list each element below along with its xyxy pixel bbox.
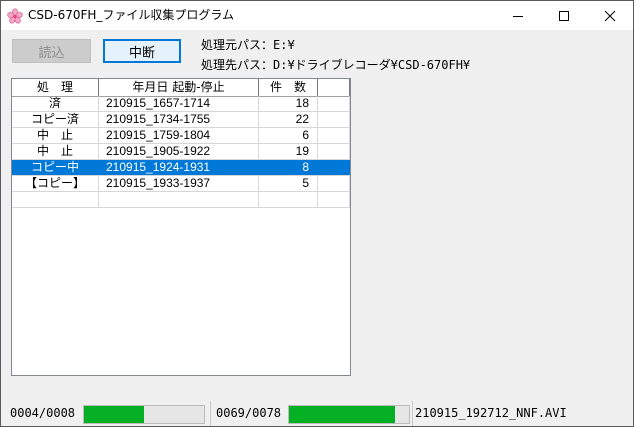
title-bar[interactable]: CSD-670FH_ファイル収集プログラム (1, 1, 633, 30)
maximize-icon (559, 11, 569, 21)
close-button[interactable] (587, 1, 633, 30)
row-count-cell: 22 (259, 112, 318, 127)
table-row[interactable]: 中 止 210915_1759-1804 6 (12, 128, 350, 144)
minimize-icon (513, 16, 523, 17)
row-date-range-cell: 210915_1734-1755 (99, 112, 259, 127)
table-row[interactable]: 中 止 210915_1905-1922 19 (12, 144, 350, 160)
row-extra-cell (318, 112, 350, 127)
window-title: CSD-670FH_ファイル収集プログラム (28, 8, 235, 22)
source-path-label: 処理元パス：E:¥ (201, 38, 295, 52)
table-row[interactable]: コピー中 210915_1924-1931 8 (12, 160, 350, 176)
column-header-count[interactable]: 件 数 (259, 79, 318, 96)
column-header-date-range[interactable]: 年月日 起動-停止 (99, 79, 259, 96)
list-header: 処 理 年月日 起動-停止 件 数 (12, 79, 350, 97)
row-count-cell (259, 192, 318, 207)
row-date-range-cell (99, 192, 259, 207)
row-date-range-cell: 210915_1933-1937 (99, 176, 259, 191)
row-extra-cell (318, 176, 350, 191)
stop-button[interactable]: 中断 (103, 39, 181, 63)
cherry-blossom-icon (7, 8, 23, 24)
row-count-cell: 8 (259, 160, 318, 175)
load-button[interactable]: 読込 (12, 39, 91, 63)
current-file-name: 210915_192712_NNF.AVI (415, 406, 567, 420)
main-window: CSD-670FH_ファイル収集プログラム 読込 中断 処理元パス：E:¥ 処理… (0, 0, 634, 427)
row-extra-cell (318, 192, 350, 207)
row-count-cell: 5 (259, 176, 318, 191)
column-header-status[interactable]: 処 理 (12, 79, 99, 96)
destination-path-label: 処理先パス：D:¥ドライブレコーダ¥CSD-670FH¥ (201, 58, 471, 72)
row-date-range-cell: 210915_1657-1714 (99, 96, 259, 111)
file-counter: 0069/0078 (216, 406, 282, 420)
row-count-cell: 6 (259, 128, 318, 143)
row-count-cell: 18 (259, 96, 318, 111)
row-date-range-cell: 210915_1924-1931 (99, 160, 259, 175)
list-body: 済 210915_1657-1714 18 コピー済 210915_1734-1755 2… (12, 96, 350, 208)
session-list[interactable]: 処 理 年月日 起動-停止 件 数 済 210915_1657-1714 18 コピー… (11, 78, 351, 376)
row-status-cell (12, 192, 99, 207)
row-status-cell: 【コピー】 (12, 176, 99, 191)
row-date-range-cell: 210915_1759-1804 (99, 128, 259, 143)
group-progress-fill (84, 406, 144, 423)
row-extra-cell (318, 128, 350, 143)
row-status-cell: 済 (12, 96, 99, 111)
table-row[interactable]: 済 210915_1657-1714 18 (12, 96, 350, 112)
minimize-button[interactable] (495, 1, 541, 30)
row-status-cell: コピー済 (12, 112, 99, 127)
table-row[interactable]: コピー済 210915_1734-1755 22 (12, 112, 350, 128)
row-extra-cell (318, 144, 350, 159)
group-progress-bar (83, 405, 205, 424)
row-status-cell: 中 止 (12, 144, 99, 159)
file-progress-fill (289, 406, 395, 423)
row-date-range-cell: 210915_1905-1922 (99, 144, 259, 159)
file-progress-bar (288, 405, 410, 424)
status-divider (412, 401, 413, 426)
status-divider (210, 401, 211, 426)
table-row[interactable] (12, 192, 350, 208)
row-status-cell: コピー中 (12, 160, 99, 175)
row-status-cell: 中 止 (12, 128, 99, 143)
table-row[interactable]: 【コピー】 210915_1933-1937 5 (12, 176, 350, 192)
row-extra-cell (318, 160, 350, 175)
close-icon (604, 10, 616, 22)
row-extra-cell (318, 96, 350, 111)
group-counter: 0004/0008 (10, 406, 76, 420)
row-count-cell: 19 (259, 144, 318, 159)
maximize-button[interactable] (541, 1, 587, 30)
status-bar: 0004/0008 0069/0078 210915_192712_NNF.AV… (1, 401, 633, 426)
column-header-extra[interactable] (318, 79, 350, 96)
